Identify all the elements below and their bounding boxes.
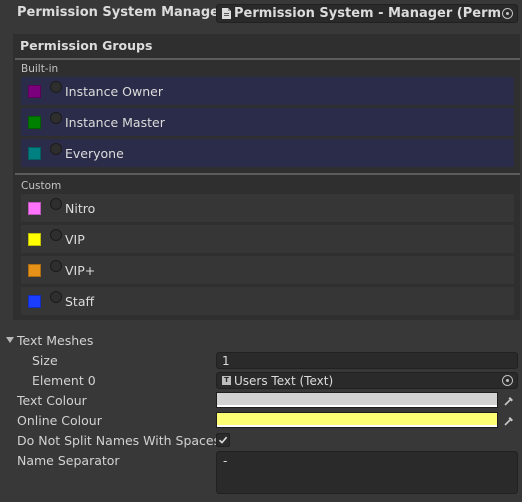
custom-section-label: Custom [21,180,62,192]
alpha-bar [217,405,497,407]
group-label: Staff [65,293,95,309]
object-picker-icon[interactable] [502,8,513,19]
script-object-field[interactable]: Permission System - Manager (Permiss [216,4,518,23]
group-row-staff[interactable]: Staff [21,287,514,315]
group-label: Everyone [65,145,124,161]
group-color-swatch[interactable] [28,115,41,129]
element-0-value: Users Text (Text) [234,373,334,388]
name-separator-label: Name Separator [17,453,120,468]
element-0-label: Element 0 [32,373,96,388]
eyedropper-icon[interactable] [500,392,518,409]
eyedropper-icon[interactable] [500,412,518,429]
group-row-vip[interactable]: VIP [21,225,514,253]
element-0-object-field[interactable]: T Users Text (Text) [216,372,518,389]
group-radio[interactable] [50,229,62,241]
permission-groups-title: Permission Groups [20,38,153,53]
group-color-swatch[interactable] [28,201,41,215]
group-row-nitro[interactable]: Nitro [21,194,514,222]
group-radio[interactable] [50,260,62,272]
group-row-instance-owner[interactable]: Instance Owner [21,77,514,105]
name-separator-textarea[interactable]: - [216,451,518,494]
group-color-swatch[interactable] [28,84,41,98]
group-radio[interactable] [50,112,62,124]
text-colour-field[interactable] [216,392,498,408]
group-label: Instance Owner [65,83,163,99]
text-colour-label: Text Colour [17,393,87,408]
script-object-name: Permission System - Manager (Permiss [234,6,502,21]
size-value: 1 [222,354,230,368]
group-color-swatch[interactable] [28,232,41,246]
script-document-icon [222,8,231,19]
group-color-swatch[interactable] [28,263,41,277]
group-color-swatch[interactable] [28,146,41,160]
group-row-everyone[interactable]: Everyone [21,139,514,167]
group-row-instance-master[interactable]: Instance Master [21,108,514,136]
text-component-icon: T [222,376,231,385]
size-field[interactable]: 1 [216,352,518,369]
size-label: Size [32,353,58,368]
group-radio[interactable] [50,198,62,210]
split-names-checkbox[interactable] [216,433,230,447]
object-picker-icon[interactable] [502,375,513,386]
group-label: Nitro [65,200,96,216]
split-names-label: Do Not Split Names With Spaces [17,433,221,448]
group-label: VIP [65,231,85,247]
alpha-bar [217,425,497,427]
online-colour-field[interactable] [216,412,498,428]
group-radio[interactable] [50,81,62,93]
group-label: Instance Master [65,114,165,130]
group-radio[interactable] [50,143,62,155]
builtin-section-label: Built-in [21,63,59,75]
group-label: VIP+ [65,262,96,278]
groups-divider [15,58,520,60]
name-separator-value: - [223,454,228,468]
text-meshes-label[interactable]: Text Meshes [17,333,93,348]
group-color-swatch[interactable] [28,294,41,308]
custom-divider [15,173,520,175]
group-row-vip-plus[interactable]: VIP+ [21,256,514,284]
group-radio[interactable] [50,291,62,303]
component-title: Permission System Manager [17,5,226,20]
online-colour-label: Online Colour [17,413,102,428]
foldout-arrow-icon[interactable] [6,337,14,343]
checkmark-icon [218,436,228,444]
